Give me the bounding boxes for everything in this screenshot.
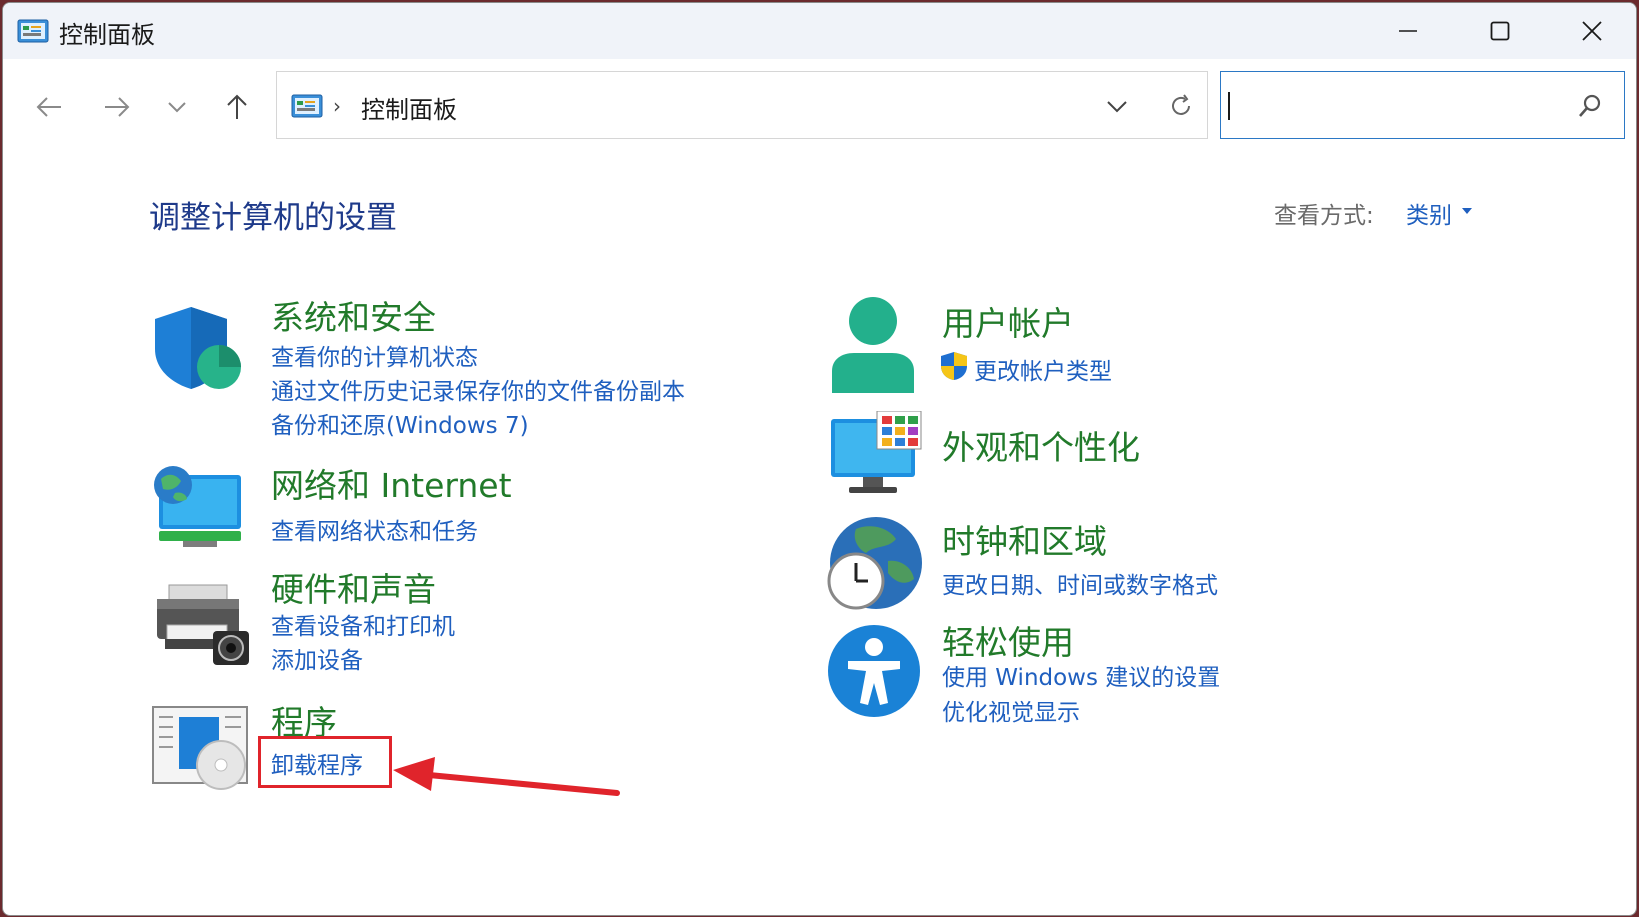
breadcrumb-control-panel[interactable]: 控制面板 (361, 90, 457, 125)
arrow-left-icon (36, 97, 61, 117)
link-backup-restore[interactable]: 备份和还原(Windows 7) (271, 406, 529, 440)
link-add-device[interactable]: 添加设备 (271, 641, 363, 675)
search-box[interactable] (1220, 71, 1625, 139)
printer-hardware-icon[interactable] (155, 583, 251, 667)
link-change-account-type[interactable]: 更改帐户类型 (974, 352, 1112, 386)
recent-locations-button[interactable] (155, 87, 199, 127)
view-by-label: 查看方式: (1274, 203, 1374, 229)
link-windows-recommended-settings[interactable]: 使用 Windows 建议的设置 (942, 658, 1220, 692)
shield-security-icon[interactable] (153, 305, 245, 391)
programs-icon[interactable] (151, 705, 251, 793)
link-network-status[interactable]: 查看网络状态和任务 (271, 512, 478, 546)
clock-globe-icon[interactable] (826, 515, 922, 611)
link-view-computer-status[interactable]: 查看你的计算机状态 (271, 338, 478, 372)
close-button[interactable] (1546, 3, 1636, 59)
maximize-button[interactable] (1454, 3, 1546, 59)
page-heading: 调整计算机的设置 (149, 200, 397, 236)
search-icon[interactable] (1576, 92, 1604, 120)
arrow-up-icon (227, 94, 247, 119)
category-user-accounts[interactable]: 用户帐户 (942, 297, 1074, 345)
window-title: 控制面板 (59, 21, 155, 49)
monitor-personalization-icon[interactable] (829, 411, 923, 497)
arrow-right-icon (105, 97, 130, 117)
view-by-dropdown[interactable]: 类别 (1406, 196, 1452, 230)
refresh-icon (1172, 94, 1190, 115)
address-bar[interactable]: › 控制面板 (276, 71, 1208, 139)
uac-shield-icon (941, 352, 967, 380)
search-input[interactable] (1235, 82, 1559, 130)
minimize-button[interactable] (1362, 3, 1454, 59)
link-optimize-visual-display[interactable]: 优化视觉显示 (942, 693, 1080, 727)
category-appearance-personalization[interactable]: 外观和个性化 (942, 421, 1140, 469)
chevron-down-icon (168, 102, 186, 113)
highlight-box-annotation (258, 736, 392, 788)
dropdown-arrow-icon[interactable] (1462, 208, 1472, 214)
text-caret (1228, 92, 1230, 120)
address-dropdown-button[interactable] (1097, 90, 1137, 122)
category-ease-of-access[interactable]: 轻松使用 (942, 616, 1074, 664)
category-system-security[interactable]: 系统和安全 (271, 291, 436, 339)
link-file-history-backup[interactable]: 通过文件历史记录保存你的文件备份副本 (271, 372, 685, 406)
chevron-down-icon (1107, 101, 1127, 113)
minimize-icon (1399, 30, 1417, 32)
breadcrumb-chevron-icon[interactable]: › (333, 94, 341, 118)
up-button[interactable] (215, 87, 259, 127)
forward-button[interactable] (95, 87, 139, 127)
control-panel-window: 控制面板 › 控制面板 调整计算机的设置 查看方式: 类别 系统和安全 查看你的… (2, 2, 1637, 916)
category-clock-region[interactable]: 时钟和区域 (942, 515, 1107, 563)
control-panel-icon (17, 19, 49, 43)
network-globe-icon[interactable] (153, 461, 245, 553)
refresh-button[interactable] (1161, 88, 1201, 124)
link-devices-printers[interactable]: 查看设备和打印机 (271, 607, 455, 641)
navigation-bar: › 控制面板 (3, 59, 1636, 152)
red-arrow-annotation (393, 757, 620, 796)
accessibility-icon[interactable] (826, 623, 922, 719)
maximize-icon (1490, 21, 1510, 41)
back-button[interactable] (27, 87, 71, 127)
category-hardware-sound[interactable]: 硬件和声音 (271, 563, 436, 611)
title-bar: 控制面板 (3, 3, 1636, 59)
user-account-icon[interactable] (828, 297, 918, 393)
close-icon (1582, 21, 1602, 41)
link-change-date-time-format[interactable]: 更改日期、时间或数字格式 (942, 566, 1218, 600)
control-panel-icon (291, 94, 323, 118)
category-network-internet[interactable]: 网络和 Internet (271, 459, 512, 507)
